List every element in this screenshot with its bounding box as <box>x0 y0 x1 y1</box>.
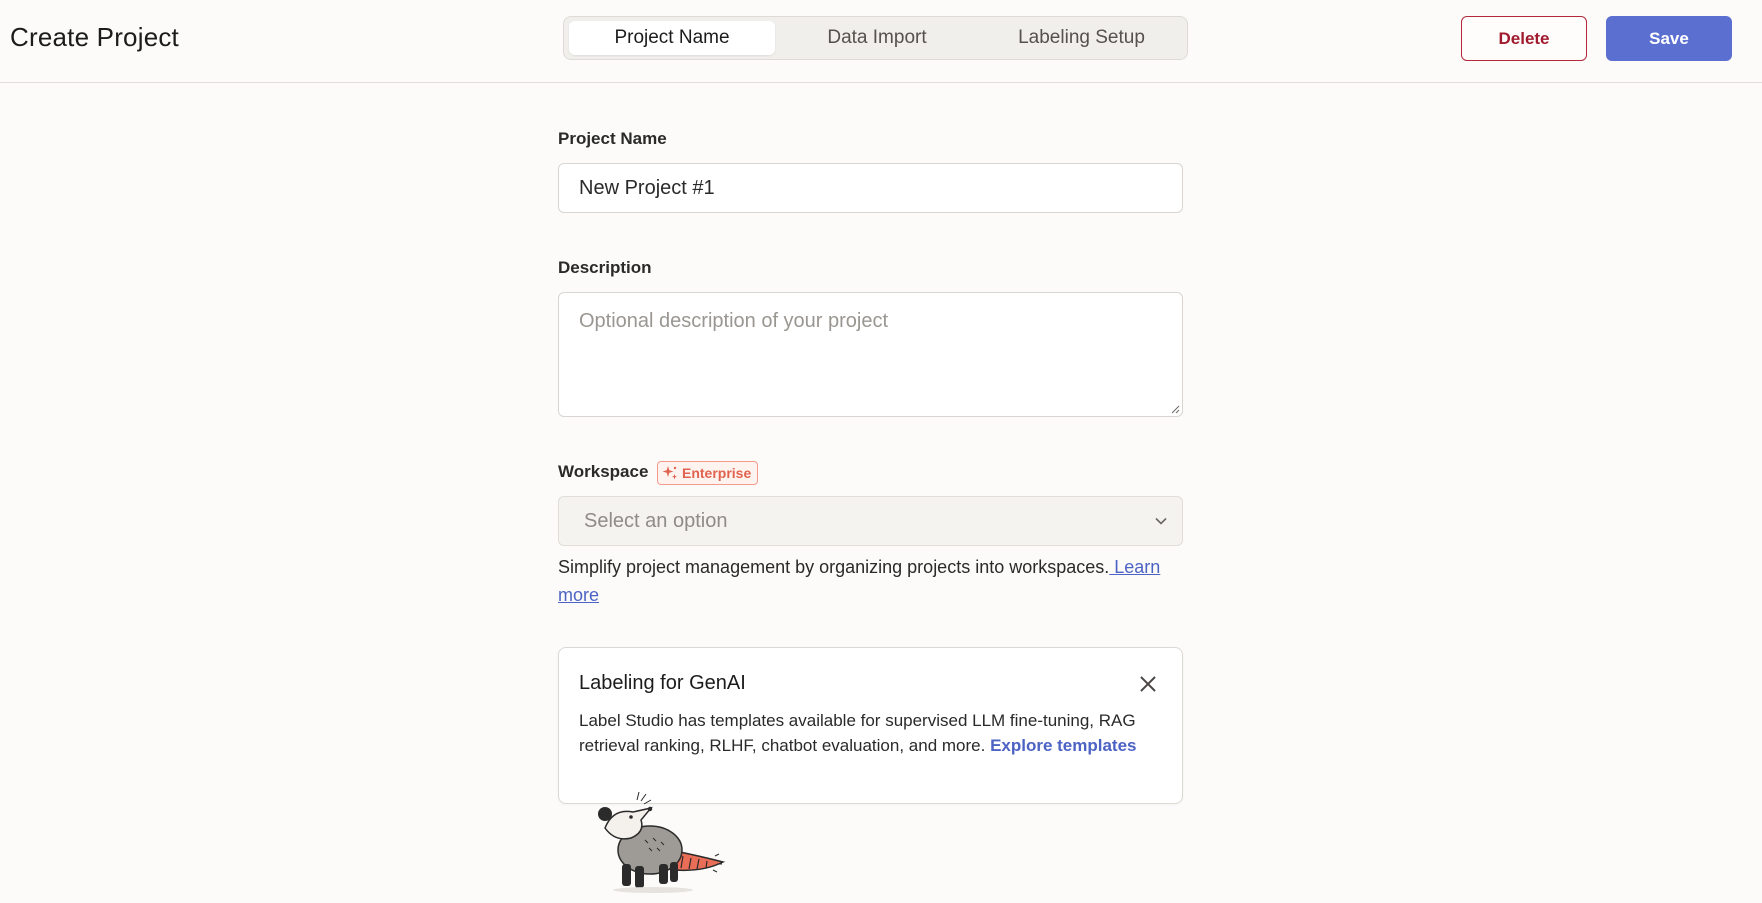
workspace-help-text: Simplify project management by organizin… <box>558 553 1178 609</box>
description-placeholder: Optional description of your project <box>579 310 889 332</box>
enterprise-badge-label: Enterprise <box>682 465 752 481</box>
explore-templates-link[interactable]: Explore templates <box>990 736 1136 755</box>
workspace-label: Workspace <box>558 462 649 481</box>
top-bar: Create Project Project Name Data Import … <box>0 0 1762 83</box>
genai-card-title: Labeling for GenAI <box>579 672 746 694</box>
project-name-input[interactable]: New Project #1 <box>558 163 1183 213</box>
project-name-label: Project Name <box>558 129 667 148</box>
workspace-select[interactable]: Select an option <box>558 496 1183 546</box>
description-textarea[interactable]: Optional description of your project <box>558 292 1183 417</box>
tab-data-import[interactable]: Data Import <box>775 21 979 55</box>
close-icon[interactable] <box>1138 674 1158 694</box>
description-label: Description <box>558 258 652 277</box>
save-button[interactable]: Save <box>1606 16 1732 61</box>
sparkle-icon <box>662 466 677 480</box>
workspace-select-placeholder: Select an option <box>584 510 728 532</box>
project-name-value: New Project #1 <box>579 177 715 199</box>
delete-button[interactable]: Delete <box>1461 16 1587 61</box>
opossum-mascot-icon <box>598 791 726 893</box>
step-tabs: Project Name Data Import Labeling Setup <box>563 16 1188 60</box>
workspace-help-sentence: Simplify project management by organizin… <box>558 557 1110 577</box>
genai-promo-card: Labeling for GenAI Label Studio has temp… <box>558 647 1183 804</box>
chevron-down-icon <box>1155 517 1167 525</box>
genai-card-body: Label Studio has templates available for… <box>579 708 1149 758</box>
resize-handle-icon[interactable] <box>1170 404 1180 414</box>
enterprise-badge: Enterprise <box>657 461 759 485</box>
tab-project-name[interactable]: Project Name <box>569 21 775 55</box>
tab-labeling-setup[interactable]: Labeling Setup <box>979 21 1184 55</box>
page-title: Create Project <box>10 22 179 52</box>
